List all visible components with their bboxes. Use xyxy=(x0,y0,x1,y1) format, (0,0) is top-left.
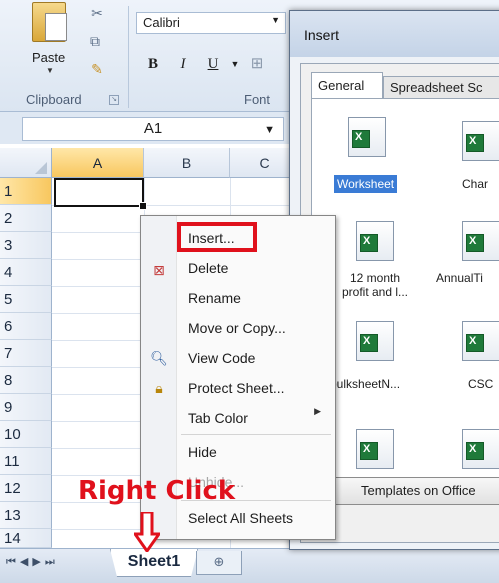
sheet-tab-sheet1[interactable]: Sheet1 xyxy=(110,549,198,577)
menu-item-select-all-sheets[interactable]: Select All Sheets xyxy=(188,510,293,526)
template-label-chart[interactable]: Char xyxy=(462,177,488,191)
row-header[interactable]: 2 xyxy=(0,205,52,232)
underline-button[interactable]: U xyxy=(202,54,224,74)
insert-sheet-tab-icon[interactable]: ⊕ xyxy=(196,551,242,575)
templates-on-office-button[interactable]: Templates on Office xyxy=(310,477,499,505)
row-header[interactable]: 8 xyxy=(0,367,52,394)
borders-icon[interactable]: ⊞ xyxy=(246,54,268,74)
highlight-box xyxy=(177,222,257,252)
select-all-corner[interactable] xyxy=(0,148,52,178)
row-header[interactable]: 14 xyxy=(0,529,52,548)
sheet-tab-bar: ⏮◀▶⏭ Sheet1 ⊕ xyxy=(0,548,499,583)
template-label-csc[interactable]: CSC xyxy=(468,377,493,391)
row-header[interactable]: 6 xyxy=(0,313,52,340)
row-header[interactable]: 3 xyxy=(0,232,52,259)
protect-sheet-icon: 🔒︎ xyxy=(155,380,163,396)
clipboard-group-label: Clipboard xyxy=(26,92,82,107)
view-code-icon: 🔍︎ xyxy=(150,350,168,366)
menu-item-hide[interactable]: Hide xyxy=(188,444,217,460)
chart-icon[interactable] xyxy=(462,121,499,161)
chevron-down-icon: ▼ xyxy=(271,15,280,25)
template-label-bulksheet[interactable]: bulksheetN... xyxy=(330,377,400,391)
format-painter-icon[interactable]: ✎ xyxy=(88,60,106,78)
menu-item-protect-sheet[interactable]: Protect Sheet... xyxy=(188,380,285,396)
menu-item-move-or-copy[interactable]: Move or Copy... xyxy=(188,320,286,336)
row-header[interactable]: 5 xyxy=(0,286,52,313)
spreadsheet-template-icon[interactable] xyxy=(356,221,394,261)
row-header[interactable]: 4 xyxy=(0,259,52,286)
column-header[interactable]: A xyxy=(52,148,144,178)
row-header[interactable]: 10 xyxy=(0,421,52,448)
font-name-select[interactable]: Calibri ▼ xyxy=(136,12,286,34)
paste-button[interactable]: Paste ▼ xyxy=(22,0,78,76)
group-divider xyxy=(128,6,129,108)
submenu-arrow-icon: ▶ xyxy=(314,406,321,416)
row-header[interactable]: 12 xyxy=(0,475,52,502)
menu-item-tab-color[interactable]: Tab Color xyxy=(188,410,248,426)
bold-button[interactable]: B xyxy=(142,54,164,74)
row-header[interactable]: 1 xyxy=(0,178,52,205)
template-list[interactable]: Worksheet Char 12 month profit and l... … xyxy=(311,98,499,488)
right-click-annotation: Right Click xyxy=(78,476,236,506)
paste-label: Paste xyxy=(32,50,66,65)
template-label-12-month[interactable]: 12 month profit and l... xyxy=(334,271,416,299)
name-box-value: A1 xyxy=(143,120,163,137)
cut-icon[interactable]: ✂ xyxy=(88,4,106,22)
spreadsheet-template-icon[interactable] xyxy=(462,321,499,361)
copy-icon[interactable]: ⧉ xyxy=(86,32,104,50)
dialog-title: Insert xyxy=(290,11,499,57)
menu-item-view-code[interactable]: View Code xyxy=(188,350,255,366)
row-header[interactable]: 11 xyxy=(0,448,52,475)
template-label-worksheet[interactable]: Worksheet xyxy=(334,175,398,193)
row-header[interactable]: 13 xyxy=(0,502,52,529)
clipboard-icon xyxy=(32,2,67,42)
template-label-annualti[interactable]: AnnualTi xyxy=(436,271,483,285)
column-header[interactable]: B xyxy=(144,148,230,178)
chevron-down-icon[interactable]: ▼ xyxy=(46,66,54,75)
font-group-label: Font xyxy=(244,92,271,107)
chevron-down-icon[interactable]: ▼ xyxy=(264,119,275,141)
chevron-down-icon[interactable]: ▼ xyxy=(224,54,246,74)
spreadsheet-template-icon[interactable] xyxy=(462,429,499,469)
name-box[interactable]: A1 ▼ xyxy=(22,117,284,141)
spreadsheet-template-icon[interactable] xyxy=(356,321,394,361)
delete-sheet-icon: ⊠ xyxy=(153,262,165,278)
row-header[interactable]: 9 xyxy=(0,394,52,421)
tab-general[interactable]: General xyxy=(311,72,383,98)
row-header[interactable]: 7 xyxy=(0,340,52,367)
active-cell-a1[interactable] xyxy=(54,178,147,210)
dialog-launcher-icon[interactable]: ↘ xyxy=(109,95,119,105)
spreadsheet-template-icon[interactable] xyxy=(462,221,499,261)
sheet-nav-arrows-icon[interactable]: ⏮◀▶⏭ xyxy=(6,555,59,569)
italic-button[interactable]: I xyxy=(172,54,194,74)
menu-item-delete[interactable]: Delete xyxy=(188,260,228,276)
menu-item-rename[interactable]: Rename xyxy=(188,290,241,306)
font-name-value: Calibri xyxy=(143,15,180,30)
down-arrow-icon xyxy=(134,512,160,552)
spreadsheet-template-icon[interactable] xyxy=(356,429,394,469)
worksheet-icon[interactable] xyxy=(348,117,386,157)
tab-spreadsheet-solutions[interactable]: Spreadsheet Sc xyxy=(383,76,499,98)
menu-separator xyxy=(181,434,331,435)
